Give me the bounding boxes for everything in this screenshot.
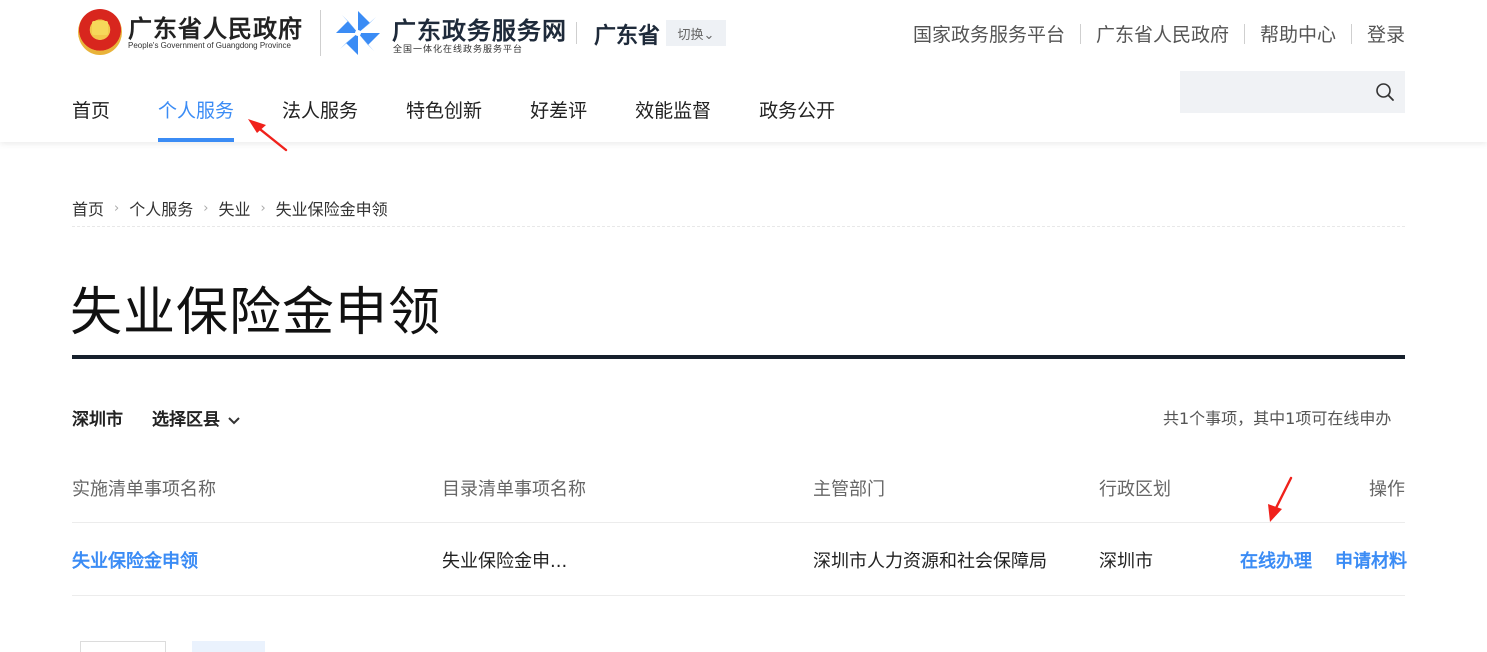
link-divider	[1079, 23, 1081, 44]
nav-gov-affairs-open[interactable]: 政务公开	[759, 96, 835, 142]
breadcrumb: 首页 › 个人服务 › 失业 › 失业保险金申领	[72, 196, 388, 220]
breadcrumb-divider	[72, 226, 1405, 227]
col-header-actions: 操作	[1369, 479, 1405, 500]
department: 深圳市人力资源和社会保障局	[813, 551, 1047, 572]
province-gov-link[interactable]: 广东省人民政府	[1096, 20, 1229, 47]
district-select-label: 选择区县	[152, 410, 220, 430]
pagination-button[interactable]	[80, 641, 166, 652]
application-materials-link[interactable]: 申请材料	[1335, 547, 1407, 573]
district-select[interactable]: 选择区县	[152, 405, 240, 430]
header-divider	[576, 22, 577, 44]
chevron-right-icon: ›	[114, 200, 120, 216]
site-title[interactable]: 广东政务服务网	[392, 11, 567, 46]
breadcrumb-home[interactable]: 首页	[72, 196, 104, 220]
col-header-impl-name: 实施清单事项名称	[72, 479, 216, 500]
item-name-link[interactable]: 失业保险金申领	[72, 547, 198, 573]
nav-performance-supervision[interactable]: 效能监督	[635, 96, 711, 142]
main-nav: 首页 个人服务 法人服务 特色创新 好差评 效能监督 政务公开	[72, 96, 883, 142]
chevron-right-icon: ›	[203, 200, 209, 216]
header-divider	[320, 10, 321, 56]
breadcrumb-unemployment[interactable]: 失业	[218, 196, 250, 220]
annotation-arrow-icon	[1268, 476, 1293, 522]
table-divider	[72, 522, 1405, 523]
login-link[interactable]: 登录	[1367, 20, 1405, 47]
nav-personal-services[interactable]: 个人服务	[158, 96, 235, 142]
site-header: 广东省人民政府 People's Government of Guangdong…	[0, 0, 1487, 142]
item-summary: 共1个事项，其中1项可在线申办	[1163, 409, 1392, 428]
region: 深圳市	[1099, 551, 1153, 572]
pinwheel-logo-icon	[336, 11, 380, 55]
chevron-right-icon: ›	[260, 200, 266, 216]
online-apply-link[interactable]: 在线办理	[1240, 547, 1312, 573]
national-emblem-icon	[78, 9, 122, 55]
gov-title[interactable]: 广东省人民政府	[128, 9, 303, 44]
col-header-region: 行政区划	[1099, 479, 1171, 500]
national-platform-link[interactable]: 国家政务服务平台	[913, 20, 1065, 47]
search-input[interactable]	[1188, 77, 1368, 107]
help-center-link[interactable]: 帮助中心	[1260, 20, 1336, 47]
col-header-catalog-name: 目录清单事项名称	[442, 479, 586, 500]
breadcrumb-personal-services[interactable]: 个人服务	[129, 196, 193, 220]
breadcrumb-current: 失业保险金申领	[275, 200, 388, 219]
nav-rating[interactable]: 好差评	[530, 96, 587, 142]
nav-legal-person-services[interactable]: 法人服务	[282, 96, 358, 142]
nav-home[interactable]: 首页	[72, 96, 110, 142]
current-province: 广东省	[594, 24, 661, 49]
pagination-button[interactable]	[192, 641, 265, 652]
nav-featured-innovation[interactable]: 特色创新	[406, 96, 482, 142]
annotation-arrow-icon	[248, 119, 288, 152]
col-header-department: 主管部门	[813, 479, 885, 500]
search-box	[1180, 71, 1405, 113]
site-subtitle: 全国一体化在线政务服务平台	[393, 45, 524, 55]
page-title: 失业保险金申领	[70, 283, 442, 343]
title-rule	[72, 355, 1405, 359]
city-label: 深圳市	[72, 410, 123, 430]
chevron-down-icon	[228, 414, 240, 428]
search-icon[interactable]	[1375, 82, 1395, 102]
link-divider	[1243, 23, 1245, 44]
switch-region-button[interactable]: 切换⌄	[666, 20, 726, 46]
link-divider	[1350, 23, 1352, 44]
top-links: 国家政务服务平台 广东省人民政府 帮助中心 登录	[913, 20, 1405, 47]
gov-subtitle: People's Government of Guangdong Provinc…	[128, 41, 291, 50]
table-divider	[72, 595, 1405, 596]
catalog-name: 失业保险金申...	[442, 551, 568, 572]
